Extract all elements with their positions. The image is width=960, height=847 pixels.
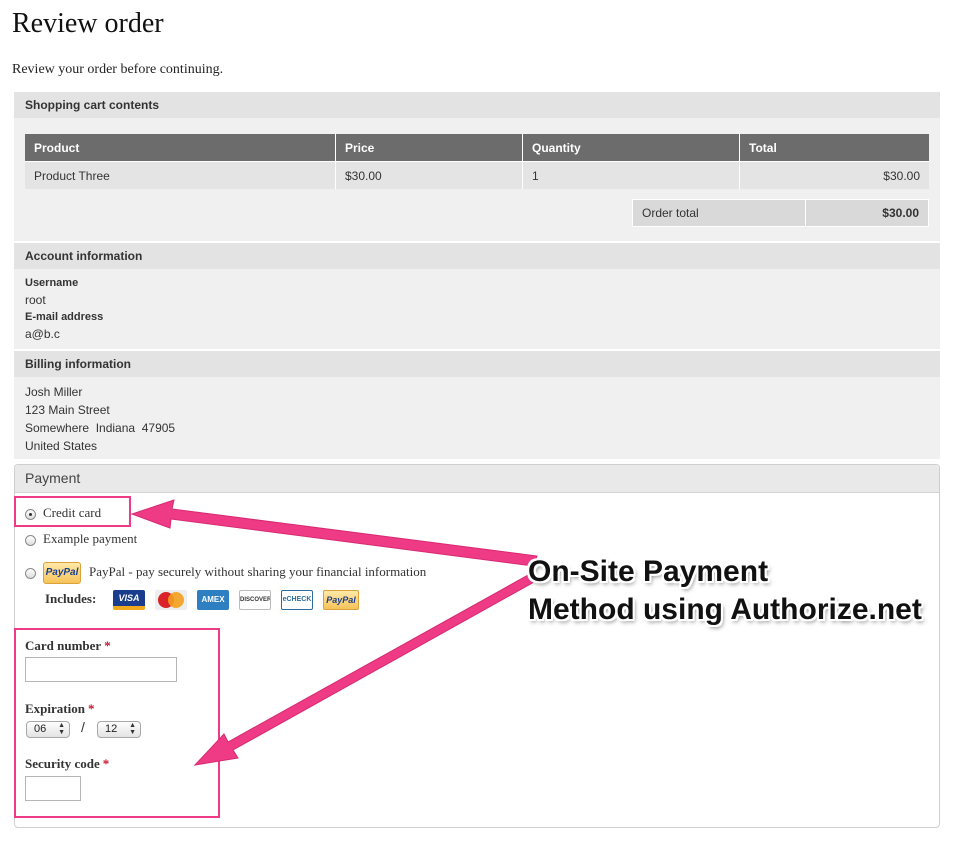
- annotation-arrows: [130, 499, 538, 766]
- annotation-line-2: Method using Authorize.net: [528, 593, 922, 626]
- annotation-callout: On-Site Payment Method using Authorize.n…: [528, 553, 922, 629]
- arrow-to-card-fields: [193, 573, 535, 766]
- arrow-to-credit-card: [130, 499, 538, 567]
- annotation-line-1: On-Site Payment: [528, 555, 769, 588]
